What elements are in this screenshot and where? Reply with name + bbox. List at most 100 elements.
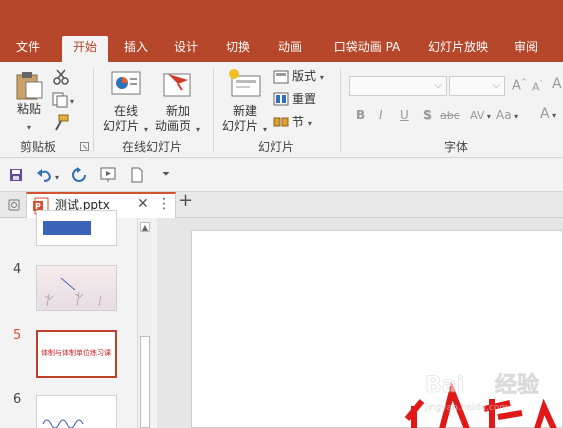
layout-dropdown-icon: ▾ — [319, 73, 324, 82]
chevron-down-icon: ⌵ — [434, 80, 442, 91]
section-label: 节 — [292, 115, 305, 129]
cut-icon[interactable] — [52, 68, 70, 86]
thumbnail-graphic — [43, 221, 91, 235]
shadow-button[interactable]: S — [423, 108, 432, 122]
scrollbar-thumb[interactable] — [140, 336, 150, 428]
new-animation-page-dropdown-icon[interactable]: ▾ — [196, 122, 200, 137]
new-slide-dropdown-icon[interactable]: ▾ — [263, 122, 267, 137]
font-color-button[interactable]: A ▾ — [540, 106, 556, 122]
title-bar — [0, 0, 563, 36]
thumbnail-title-text: 体制与体制单位练习课 — [41, 349, 111, 357]
tab-slideshow[interactable]: 幻灯片放映 — [420, 36, 496, 62]
thumbnails-scrollbar[interactable]: ▲ — [137, 218, 152, 428]
tab-transitions[interactable]: 切换 — [218, 36, 258, 62]
baidu-jingyan-watermark: Bai 经验 jingyan.baidu.com — [424, 370, 539, 413]
ribbon-separator — [213, 68, 214, 152]
slide-thumbnails-pane: 4 5 体制与体制单位练习课 6 — [0, 210, 157, 428]
section-button[interactable]: 节 ▾ — [292, 115, 312, 131]
paste-button[interactable]: 粘贴 — [17, 102, 41, 117]
new-slide-button-line2[interactable]: 幻灯片 — [222, 119, 258, 134]
tab-design[interactable]: 设计 — [166, 36, 206, 62]
character-spacing-button[interactable]: AV ▾ — [470, 109, 491, 122]
tab-animations[interactable]: 动画 — [270, 36, 310, 62]
slide-thumbnail-selected[interactable]: 体制与体制单位练习课 — [36, 330, 117, 378]
clipboard-group-label: 剪贴板 — [20, 140, 57, 154]
online-slide-button-line1[interactable]: 在线 — [114, 104, 138, 119]
slides-group-label: 幻灯片 — [258, 140, 295, 154]
winter-trees-image — [37, 266, 116, 310]
section-dropdown-icon: ▾ — [307, 119, 312, 128]
slide-number: 4 — [13, 262, 22, 277]
quick-access-toolbar: ▾ ⏷ — [0, 158, 563, 192]
section-icon — [273, 117, 289, 127]
decrease-font-size-icon[interactable]: Aˇ — [532, 80, 543, 94]
new-slide-button-line1[interactable]: 新建 — [233, 104, 257, 119]
tab-file[interactable]: 文件 — [6, 36, 50, 62]
font-color-dropdown-icon: ▾ — [549, 111, 557, 120]
font-name-select[interactable]: ⌵ — [349, 76, 447, 96]
online-slide-button-line2[interactable]: 幻灯片 — [103, 119, 139, 134]
new-document-icon[interactable] — [130, 167, 144, 183]
save-icon[interactable] — [9, 168, 23, 182]
new-tab-plus-icon[interactable]: + — [178, 192, 193, 210]
underline-button[interactable]: U — [400, 108, 409, 122]
redo-icon[interactable] — [71, 167, 87, 183]
online-slide-icon[interactable] — [110, 70, 142, 98]
layout-label: 版式 — [292, 69, 317, 83]
change-case-dropdown-icon: ▾ — [511, 112, 519, 121]
svg-text:▾: ▾ — [70, 97, 74, 106]
layout-icon — [273, 70, 289, 84]
online-slides-group-label: 在线幻灯片 — [122, 140, 183, 154]
character-spacing-label: AV — [470, 109, 485, 122]
undo-dropdown-icon[interactable]: ▾ — [55, 170, 59, 185]
scroll-up-icon[interactable]: ▲ — [140, 222, 150, 232]
ribbon-separator — [93, 68, 94, 152]
clear-format-icon[interactable]: A — [552, 76, 562, 92]
increase-font-size-icon[interactable]: A^ — [512, 78, 527, 93]
tab-pocket-animation[interactable]: 口袋动画 PA — [326, 36, 408, 62]
layout-button[interactable]: 版式 ▾ — [292, 69, 324, 85]
customize-qat-icon[interactable]: ⏷ — [162, 167, 170, 182]
italic-button[interactable]: I — [379, 108, 383, 122]
change-case-label: Aa — [496, 108, 512, 122]
svg-text:经验: 经验 — [495, 372, 539, 398]
paste-dropdown-icon[interactable]: ▾ — [27, 120, 31, 135]
change-case-button[interactable]: Aa ▾ — [496, 108, 518, 122]
new-animation-page-button-line2[interactable]: 动画页 — [155, 119, 191, 134]
paste-icon[interactable] — [14, 70, 44, 100]
new-animation-page-icon[interactable] — [162, 70, 194, 98]
format-painter-icon[interactable] — [52, 114, 70, 132]
undo-icon[interactable] — [36, 167, 52, 183]
tab-settings-icon[interactable] — [6, 197, 22, 213]
wave-graphic — [42, 419, 84, 428]
font-color-label: A — [540, 106, 550, 122]
tab-home[interactable]: 开始 — [62, 36, 108, 62]
slide-number: 6 — [13, 392, 22, 407]
online-slide-dropdown-icon[interactable]: ▾ — [144, 122, 148, 137]
tab-review[interactable]: 审阅 — [506, 36, 546, 62]
reset-button[interactable]: 重置 — [292, 92, 316, 107]
dialog-launcher-icon[interactable] — [80, 142, 89, 151]
font-size-select[interactable]: ⌵ — [449, 76, 505, 96]
slide-thumbnail[interactable] — [36, 265, 117, 311]
ribbon-tab-bar: 文件 开始 插入 设计 切换 动画 口袋动画 PA 幻灯片放映 审阅 — [0, 36, 563, 62]
character-spacing-dropdown-icon: ▾ — [484, 112, 491, 121]
slide-thumbnail[interactable] — [36, 395, 117, 428]
bold-button[interactable]: B — [356, 108, 365, 122]
chevron-down-icon: ⌵ — [492, 80, 500, 91]
slide-number: 5 — [13, 328, 22, 343]
close-icon[interactable]: ✕ — [137, 197, 149, 212]
from-beginning-icon[interactable] — [99, 167, 119, 183]
new-animation-page-button-line1[interactable]: 新加 — [166, 104, 190, 119]
copy-icon[interactable]: ▾ — [52, 92, 76, 108]
tab-insert[interactable]: 插入 — [116, 36, 156, 62]
reset-icon — [273, 92, 289, 106]
ribbon: 粘贴 ▾ ▾ 剪贴板 在线 幻灯片 ▾ 新加 动画页 ▾ 在线幻灯片 新建 幻灯… — [0, 62, 563, 158]
more-options-icon[interactable]: ⋮ — [157, 197, 171, 212]
strikethrough-button[interactable]: abc — [440, 109, 460, 122]
font-group-label: 字体 — [444, 140, 469, 154]
new-slide-icon[interactable] — [228, 68, 262, 98]
slide-thumbnail[interactable] — [36, 210, 117, 246]
ribbon-separator — [340, 68, 341, 152]
svg-text:jingyan.baidu.com: jingyan.baidu.com — [424, 403, 508, 413]
